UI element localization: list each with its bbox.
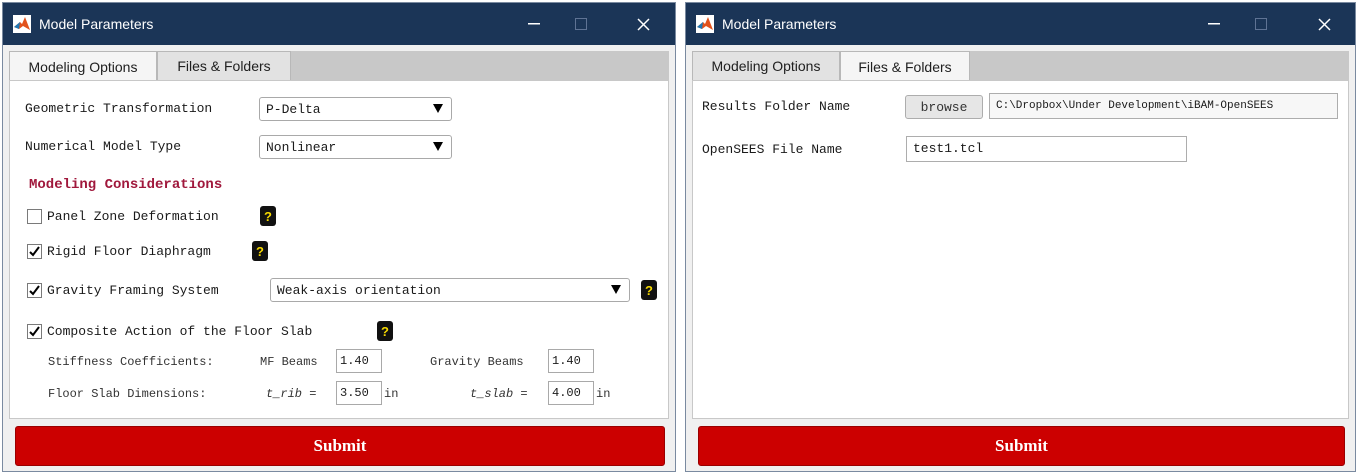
floor-slab-dimensions-label: Floor Slab Dimensions: <box>48 387 207 401</box>
help-icon[interactable]: ? <box>252 241 268 261</box>
gravity-framing-value: Weak-axis orientation <box>277 283 441 298</box>
minimize-icon <box>527 23 540 25</box>
t-rib-unit: in <box>384 387 399 401</box>
opensees-file-input[interactable]: test1.tcl <box>906 136 1187 162</box>
title-bar[interactable]: Model Parameters <box>3 3 675 45</box>
help-icon[interactable]: ? <box>260 206 276 226</box>
t-slab-label: t_slab = <box>470 387 528 401</box>
rigid-floor-checkbox[interactable] <box>27 244 42 259</box>
tab-files-folders[interactable]: Files & Folders <box>157 51 291 80</box>
t-rib-input[interactable]: 3.50 <box>336 381 382 405</box>
numerical-model-type-dropdown[interactable]: Nonlinear <box>259 135 452 159</box>
checkmark-icon <box>29 246 40 257</box>
checkmark-icon <box>29 285 40 296</box>
tab-strip: Modeling Options Files & Folders <box>692 51 1349 81</box>
numerical-model-type-value: Nonlinear <box>266 140 337 155</box>
tab-modeling-options[interactable]: Modeling Options <box>9 51 157 81</box>
window-title: Model Parameters <box>39 16 154 32</box>
help-icon[interactable]: ? <box>641 280 657 300</box>
panel-zone-label: Panel Zone Deformation <box>47 209 219 224</box>
t-slab-input[interactable]: 4.00 <box>548 381 594 405</box>
tab-files-folders[interactable]: Files & Folders <box>840 51 970 81</box>
tab-strip: Modeling Options Files & Folders <box>9 51 669 81</box>
dropdown-arrow-icon <box>611 285 621 294</box>
results-folder-label: Results Folder Name <box>702 99 851 114</box>
model-parameters-window-right: Model Parameters Modeling Options Files … <box>685 2 1356 472</box>
composite-action-label: Composite Action of the Floor Slab <box>47 324 313 339</box>
gravity-framing-dropdown[interactable]: Weak-axis orientation <box>270 278 630 302</box>
maximize-button[interactable] <box>1238 3 1283 45</box>
geometric-transformation-label: Geometric Transformation <box>25 101 213 116</box>
composite-action-checkbox[interactable] <box>27 324 42 339</box>
minimize-button[interactable] <box>1191 3 1236 45</box>
maximize-icon <box>574 18 587 30</box>
help-icon[interactable]: ? <box>377 321 393 341</box>
matlab-logo-icon <box>696 15 714 33</box>
submit-button[interactable]: Submit <box>698 426 1345 466</box>
model-parameters-window-left: Model Parameters Modeling Options Files … <box>2 2 676 472</box>
stiffness-coefficients-label: Stiffness Coefficients: <box>48 355 214 369</box>
checkmark-icon <box>29 326 40 337</box>
close-button[interactable] <box>1302 3 1347 45</box>
rigid-floor-label: Rigid Floor Diaphragm <box>47 244 211 259</box>
t-slab-unit: in <box>596 387 611 401</box>
browse-button[interactable]: browse <box>905 95 983 119</box>
opensees-file-label: OpenSEES File Name <box>702 142 843 157</box>
matlab-logo-icon <box>13 15 31 33</box>
modeling-options-panel: Geometric Transformation P-Delta Numeric… <box>9 80 669 419</box>
panel-zone-checkbox[interactable] <box>27 209 42 224</box>
title-bar[interactable]: Model Parameters <box>686 3 1355 45</box>
gravity-framing-checkbox[interactable] <box>27 283 42 298</box>
modeling-considerations-heading: Modeling Considerations <box>29 177 223 193</box>
files-folders-panel: Results Folder Name browse C:\Dropbox\Un… <box>692 80 1349 419</box>
maximize-button[interactable] <box>558 3 603 45</box>
maximize-icon <box>1254 18 1267 30</box>
gravity-beams-input[interactable]: 1.40 <box>548 349 594 373</box>
geometric-transformation-value: P-Delta <box>266 102 321 117</box>
minimize-button[interactable] <box>511 3 556 45</box>
mf-beams-input[interactable]: 1.40 <box>336 349 382 373</box>
close-button[interactable] <box>621 3 666 45</box>
dropdown-arrow-icon <box>433 104 443 113</box>
geometric-transformation-dropdown[interactable]: P-Delta <box>259 97 452 121</box>
numerical-model-type-label: Numerical Model Type <box>25 139 182 154</box>
submit-button[interactable]: Submit <box>15 426 665 466</box>
close-icon <box>1318 17 1331 31</box>
mf-beams-label: MF Beams <box>260 355 318 369</box>
results-folder-field[interactable]: C:\Dropbox\Under Development\iBAM-OpenSE… <box>989 93 1338 119</box>
gravity-framing-label: Gravity Framing System <box>47 283 219 298</box>
close-icon <box>637 17 650 31</box>
t-rib-label: t_rib = <box>266 387 317 401</box>
tab-modeling-options[interactable]: Modeling Options <box>692 51 840 80</box>
gravity-beams-label: Gravity Beams <box>430 355 524 369</box>
window-title: Model Parameters <box>722 16 837 32</box>
dropdown-arrow-icon <box>433 142 443 151</box>
minimize-icon <box>1207 23 1220 25</box>
